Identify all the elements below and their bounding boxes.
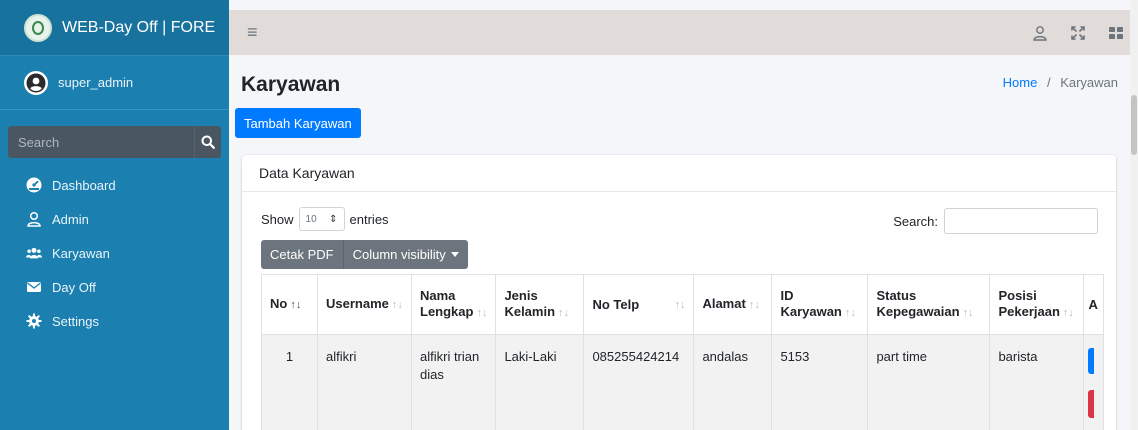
sidebar-search-input[interactable] bbox=[8, 126, 194, 158]
content-wrapper: Karyawan Home / Karyawan Tambah Karyawan… bbox=[229, 55, 1138, 430]
menu-toggle-icon[interactable]: ≡ bbox=[247, 22, 258, 43]
cell-id-karyawan: 5153 bbox=[771, 334, 869, 430]
sidebar-item-day-off[interactable]: Day Off bbox=[0, 270, 229, 304]
sort-icon: ↑↓ bbox=[558, 307, 570, 319]
user-icon bbox=[24, 211, 44, 227]
sidebar-item-dashboard[interactable]: Dashboard bbox=[0, 168, 229, 202]
add-karyawan-button[interactable]: Tambah Karyawan bbox=[235, 108, 361, 138]
grid-icon[interactable] bbox=[1108, 25, 1124, 41]
column-header-no[interactable]: No ↑↓ bbox=[261, 274, 318, 335]
cell-no: 1 bbox=[261, 334, 318, 430]
cell-nama-lengkap: alfikri trian dias bbox=[410, 334, 497, 430]
cell-status-kepegawaian: part time bbox=[867, 334, 991, 430]
user-panel[interactable]: super_admin bbox=[0, 56, 229, 110]
cell-no-telp: 085255424214 bbox=[583, 334, 695, 430]
sidebar-search bbox=[8, 126, 221, 158]
page-title: Karyawan bbox=[241, 73, 341, 96]
users-icon bbox=[24, 245, 44, 261]
sort-icon: ↑↓ bbox=[748, 299, 760, 311]
caret-down-icon bbox=[450, 252, 459, 257]
cell-posisi-pekerjaan: barista bbox=[989, 334, 1085, 430]
scrollbar-thumb[interactable] bbox=[1131, 95, 1137, 155]
cell-alamat: andalas bbox=[693, 334, 773, 430]
column-header-alamat[interactable]: Alamat ↑↓ bbox=[693, 274, 773, 335]
data-karyawan-card: Data Karyawan Show 10 ⇕ entries Search: … bbox=[242, 155, 1116, 430]
cell-jenis-kelamin: Laki-Laki bbox=[495, 334, 585, 430]
tachometer-icon bbox=[24, 177, 44, 193]
column-header-status-kepegawaian[interactable]: Status Kepegawaian ↑↓ bbox=[867, 274, 991, 335]
select-arrows-icon: ⇕ bbox=[329, 213, 338, 225]
sidebar-item-admin[interactable]: Admin bbox=[0, 202, 229, 236]
sidebar-item-label: Dashboard bbox=[52, 177, 116, 193]
sort-icon: ↑↓ bbox=[476, 307, 488, 319]
user-name: super_admin bbox=[58, 75, 134, 90]
breadcrumb-home-link[interactable]: Home bbox=[1003, 75, 1038, 90]
brand-link[interactable]: WEB-Day Off | FORE bbox=[0, 0, 229, 56]
sort-icon: ↑↓ bbox=[844, 307, 856, 319]
sort-icon: ↑↓ bbox=[962, 307, 974, 319]
user-icon[interactable] bbox=[1032, 25, 1048, 41]
top-navbar: ≡ bbox=[229, 10, 1138, 55]
fullscreen-icon[interactable] bbox=[1070, 25, 1086, 41]
entries-label: entries bbox=[349, 211, 389, 227]
breadcrumb-separator: / bbox=[1046, 75, 1051, 90]
datatable-buttons: Cetak PDF Column visibility bbox=[261, 240, 468, 269]
column-visibility-button[interactable]: Column visibility bbox=[343, 240, 468, 269]
sort-icon: ↑↓ bbox=[1062, 307, 1074, 319]
sidebar-item-label: Admin bbox=[52, 211, 89, 227]
brand-title: WEB-Day Off | FORE bbox=[62, 18, 216, 36]
brand-logo-icon bbox=[24, 13, 52, 42]
avatar bbox=[24, 70, 48, 95]
sidebar: WEB-Day Off | FORE super_admin Dashboard bbox=[0, 0, 229, 430]
sort-asc-icon: ↑↓ bbox=[290, 299, 302, 311]
column-header-aksi[interactable]: A bbox=[1083, 274, 1105, 335]
sidebar-item-karyawan[interactable]: Karyawan bbox=[0, 236, 229, 270]
sort-icon: ↑↓ bbox=[391, 299, 403, 311]
edit-button[interactable] bbox=[1088, 348, 1095, 374]
table-search-input[interactable] bbox=[944, 208, 1098, 234]
column-header-jenis-kelamin[interactable]: Jenis Kelamin ↑↓ bbox=[495, 274, 585, 335]
gear-icon bbox=[24, 313, 44, 329]
sort-icon: ↑↓ bbox=[674, 298, 686, 311]
cetak-pdf-button[interactable]: Cetak PDF bbox=[261, 240, 344, 269]
sidebar-item-label: Settings bbox=[52, 313, 99, 329]
table-search: Search: bbox=[893, 208, 1098, 234]
cell-actions bbox=[1083, 334, 1105, 430]
sidebar-item-label: Day Off bbox=[52, 279, 96, 295]
user-circle-icon bbox=[26, 73, 46, 92]
column-header-no-telp[interactable]: No Telp ↑↓ bbox=[583, 274, 695, 335]
sidebar-item-label: Karyawan bbox=[52, 245, 110, 261]
breadcrumb: Home / Karyawan bbox=[1003, 75, 1118, 90]
entries-select[interactable]: 10 ⇕ bbox=[298, 207, 345, 231]
sidebar-item-settings[interactable]: Settings bbox=[0, 304, 229, 338]
envelope-icon bbox=[24, 279, 44, 295]
table-row: 1 alfikri alfikri trian dias Laki-Laki 0… bbox=[261, 334, 1105, 430]
table-search-label: Search: bbox=[893, 213, 938, 229]
search-icon bbox=[201, 135, 215, 149]
column-header-id-karyawan[interactable]: ID Karyawan ↑↓ bbox=[771, 274, 869, 335]
column-header-nama-lengkap[interactable]: Nama Lengkap ↑↓ bbox=[410, 274, 497, 335]
column-header-username[interactable]: Username ↑↓ bbox=[317, 274, 412, 335]
card-title: Data Karyawan bbox=[242, 155, 1116, 192]
karyawan-table: No ↑↓ Username ↑↓ Nama Lengkap ↑↓ Jenis Kel… bbox=[261, 274, 1105, 430]
header-icons bbox=[1032, 25, 1124, 41]
cell-username: alfikri bbox=[317, 334, 412, 430]
sidebar-search-button[interactable] bbox=[194, 126, 221, 158]
column-header-posisi-pekerjaan[interactable]: Posisi Pekerjaan ↑↓ bbox=[989, 274, 1085, 335]
page-scrollbar[interactable] bbox=[1130, 0, 1138, 430]
show-label: Show bbox=[261, 211, 294, 227]
table-header-row: No ↑↓ Username ↑↓ Nama Lengkap ↑↓ Jenis Kel… bbox=[261, 274, 1105, 335]
sidebar-nav: Dashboard Admin Karyawan Day Off Setting… bbox=[0, 168, 229, 338]
entries-control: Show 10 ⇕ entries bbox=[261, 207, 389, 231]
entries-value: 10 bbox=[305, 213, 317, 225]
breadcrumb-current: Karyawan bbox=[1060, 75, 1118, 90]
delete-button[interactable] bbox=[1088, 390, 1095, 418]
